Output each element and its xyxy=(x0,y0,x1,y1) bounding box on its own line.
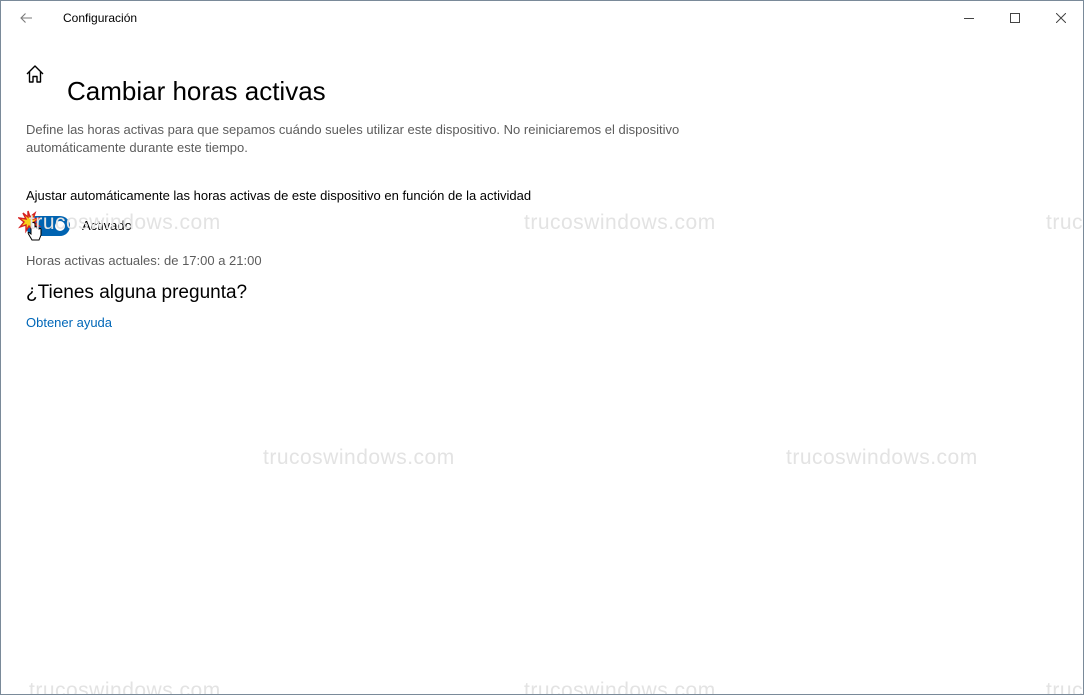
help-heading: ¿Tienes alguna pregunta? xyxy=(26,282,248,303)
title-bar: Configuración xyxy=(1,1,1083,35)
page-title: Cambiar horas activas xyxy=(67,76,326,107)
back-arrow-icon xyxy=(20,13,32,23)
watermark: trucoswindows.com xyxy=(524,211,716,234)
window-title: Configuración xyxy=(63,11,138,25)
auto-adjust-toggle[interactable] xyxy=(26,216,70,236)
home-button[interactable] xyxy=(24,63,48,87)
close-icon xyxy=(1056,13,1066,23)
toggle-state-text: Activado xyxy=(82,218,132,233)
get-help-link[interactable]: Obtener ayuda xyxy=(26,315,112,330)
minimize-icon xyxy=(964,18,974,19)
toggle-knob xyxy=(55,221,65,231)
settings-window: Configuración Cambiar horas activas Defi… xyxy=(0,0,1084,695)
close-button[interactable] xyxy=(1038,1,1083,35)
maximize-button[interactable] xyxy=(992,1,1038,35)
watermark: trucoswindows.com xyxy=(263,446,455,469)
home-icon xyxy=(26,65,44,83)
back-button[interactable] xyxy=(11,5,41,31)
minimize-button[interactable] xyxy=(946,1,992,35)
watermark: trucoswindows.com xyxy=(786,446,978,469)
maximize-icon xyxy=(1010,13,1020,23)
watermark: trucoswindows.com xyxy=(1046,679,1084,695)
watermark: trucoswindows.com xyxy=(1046,211,1084,234)
watermark: trucoswindows.com xyxy=(29,679,221,695)
page-description: Define las horas activas para que sepamo… xyxy=(26,122,680,155)
auto-adjust-label: Ajustar automáticamente las horas activa… xyxy=(26,188,532,203)
watermark: trucoswindows.com xyxy=(524,679,716,695)
current-active-hours: Horas activas actuales: de 17:00 a 21:00 xyxy=(26,253,262,268)
